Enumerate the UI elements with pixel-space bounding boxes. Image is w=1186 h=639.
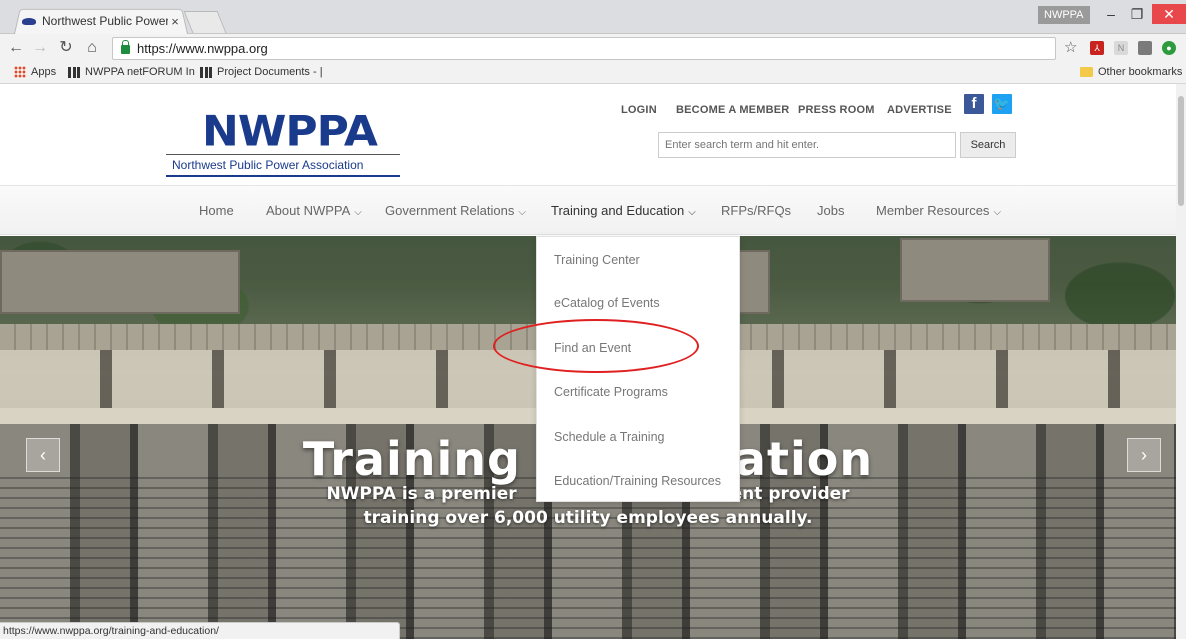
nav-home[interactable]: Home: [199, 186, 234, 236]
site-search-input[interactable]: [658, 132, 956, 158]
dropdown-training-resources[interactable]: Education/Training Resources: [554, 474, 721, 488]
dropdown-certificate-programs[interactable]: Certificate Programs: [554, 385, 668, 399]
hero-subtitle-line2: training over 6,000 utility employees an…: [363, 508, 813, 528]
hero-crane-structure: [900, 238, 1050, 302]
extension-circle-icon[interactable]: ●: [1162, 41, 1176, 55]
tab-title: Northwest Public Power: [42, 14, 168, 28]
hero-subtitle-part: NWPPA is a premier: [326, 484, 517, 504]
bookmark-netforum[interactable]: NWPPA netFORUM In: [68, 66, 195, 78]
slider-prev-button[interactable]: ‹: [26, 438, 60, 472]
hero-title-left: Training: [302, 432, 521, 486]
site-search-button[interactable]: Search: [960, 132, 1016, 158]
hero-title-right: ation: [734, 432, 874, 486]
extension-icon[interactable]: N: [1114, 41, 1128, 55]
chevron-down-icon: ⌵: [993, 207, 1002, 218]
dropdown-schedule-training[interactable]: Schedule a Training: [554, 430, 665, 444]
url-text: https://www.nwppa.org: [137, 41, 268, 56]
hero-subtitle-part: ent provider: [730, 484, 850, 504]
address-bar[interactable]: https://www.nwppa.org: [112, 37, 1056, 60]
login-link[interactable]: LOGIN: [621, 104, 657, 116]
acrobat-extension-icon[interactable]: ⅄: [1090, 41, 1104, 55]
chevron-down-icon: ⌵: [518, 207, 526, 218]
nav-label: Government Relations: [385, 203, 515, 218]
become-member-link[interactable]: BECOME A MEMBER: [676, 104, 789, 116]
bookmark-label: NWPPA netFORUM In: [85, 66, 195, 78]
nav-label: Member Resources: [876, 203, 990, 218]
nwppa-favicon-icon: [22, 16, 36, 26]
nav-member-resources[interactable]: Member Resources ⌵: [876, 186, 1001, 236]
annotation-circle: [493, 319, 699, 373]
bookmark-page-icon: [68, 66, 80, 78]
slider-next-button[interactable]: ›: [1127, 438, 1161, 472]
folder-icon: [1080, 67, 1093, 77]
bookmark-label: Project Documents - |: [217, 66, 323, 78]
bookmark-apps[interactable]: Apps: [14, 66, 56, 78]
apps-grid-icon: [14, 66, 26, 78]
main-navigation: Home About NWPPA ⌵ Government Relations ⌵ …: [0, 185, 1176, 235]
profile-badge[interactable]: NWPPA: [1038, 6, 1090, 24]
nav-label: About NWPPA: [266, 203, 351, 218]
forward-arrow-icon[interactable]: →: [30, 38, 50, 58]
home-icon[interactable]: ⌂: [82, 38, 102, 58]
bookmark-label: Other bookmarks: [1098, 66, 1183, 78]
nav-training-education[interactable]: Training and Education ⌵: [551, 186, 696, 236]
minimize-icon[interactable]: –: [1098, 4, 1124, 24]
bookmark-other[interactable]: Other bookmarks: [1080, 66, 1182, 78]
bookmark-project-documents[interactable]: Project Documents - |: [200, 66, 323, 78]
nav-label: Home: [199, 203, 234, 218]
dropdown-ecatalog[interactable]: eCatalog of Events: [554, 296, 660, 310]
nav-rfps[interactable]: RFPs/RFQs: [721, 186, 791, 236]
hero-crane-structure: [0, 250, 240, 314]
web-page: NWPPA Northwest Public Power Association…: [0, 84, 1186, 639]
logo-wordmark: NWPPA: [202, 107, 378, 156]
dropdown-training-center[interactable]: Training Center: [554, 253, 640, 267]
extension-square-icon[interactable]: [1138, 41, 1152, 55]
back-arrow-icon[interactable]: ←: [6, 38, 26, 58]
scrollbar-thumb[interactable]: [1178, 96, 1184, 206]
chevron-down-icon: ⌵: [354, 207, 362, 218]
advertise-link[interactable]: ADVERTISE: [887, 104, 952, 116]
nav-about[interactable]: About NWPPA ⌵: [266, 186, 362, 236]
nwppa-logo[interactable]: NWPPA Northwest Public Power Association: [166, 106, 400, 177]
facebook-icon[interactable]: f: [964, 94, 984, 114]
browser-titlebar: Northwest Public Power × NWPPA – ❐ ✕: [0, 0, 1186, 35]
logo-subtitle: Northwest Public Power Association: [166, 154, 400, 177]
bookmark-star-icon[interactable]: ☆: [1064, 38, 1077, 56]
browser-tab-content[interactable]: Northwest Public Power ×: [22, 11, 182, 31]
twitter-icon[interactable]: 🐦: [992, 94, 1012, 114]
bookmark-page-icon: [200, 66, 212, 78]
chevron-down-icon: ⌵: [688, 207, 696, 218]
status-bar: https://www.nwppa.org/training-and-educa…: [0, 622, 400, 639]
nav-government-relations[interactable]: Government Relations ⌵: [385, 186, 526, 236]
window-close-icon[interactable]: ✕: [1152, 4, 1186, 24]
bookmarks-bar: Apps NWPPA netFORUM In Project Documents…: [0, 62, 1186, 84]
nav-label: Training and Education: [551, 203, 685, 218]
nav-label: Jobs: [817, 203, 845, 218]
lock-icon: [121, 40, 130, 54]
browser-toolbar: ← → ↻ ⌂ https://www.nwppa.org ☆ ⅄ N ●: [0, 34, 1186, 62]
restore-icon[interactable]: ❐: [1124, 4, 1150, 24]
nav-jobs[interactable]: Jobs: [817, 186, 844, 236]
bookmark-label: Apps: [31, 66, 57, 78]
reload-icon[interactable]: ↻: [56, 38, 76, 58]
tab-close-icon[interactable]: ×: [168, 14, 182, 29]
press-room-link[interactable]: PRESS ROOM: [798, 104, 875, 116]
new-tab-button[interactable]: [183, 11, 227, 33]
nav-label: RFPs/RFQs: [721, 203, 792, 218]
